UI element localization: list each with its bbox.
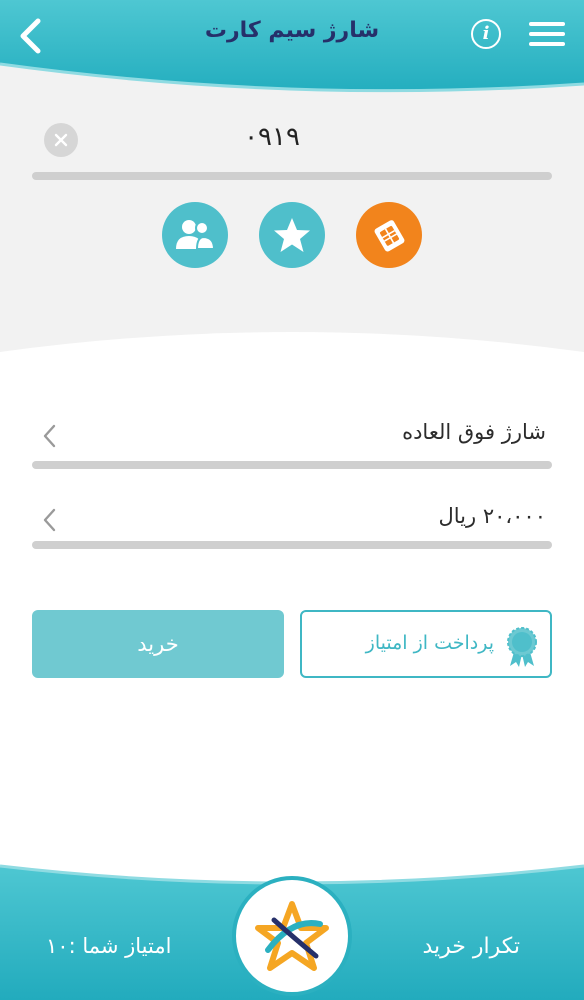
app-logo-icon [255,901,329,971]
phone-number-field[interactable]: ۰۹۱۹ [32,118,552,162]
user-score: امتیاز شما :۱۰ [46,934,172,958]
charge-type-value: شارژ فوق العاده [402,420,546,444]
pay-with-points-label: پرداخت از امتیاز [365,632,494,654]
amount-select[interactable]: ۲۰،۰۰۰ ریال [32,498,552,542]
header-background [0,0,584,93]
info-icon[interactable]: i [471,19,501,49]
phone-underline [32,172,552,180]
favorites-button[interactable] [259,202,325,268]
app-header: شارژ سیم کارت i [0,0,584,100]
sim-card-button[interactable] [356,202,422,268]
chevron-left-icon [43,424,56,448]
chevron-left-icon [43,508,56,532]
phone-number-value: ۰۹۱۹ [244,122,300,152]
charge-type-select[interactable]: شارژ فوق العاده [32,414,552,458]
sim-card-icon [374,220,405,252]
award-badge-icon [507,627,537,667]
buy-button[interactable]: خرید [32,610,284,678]
pay-with-points-button[interactable]: پرداخت از امتیاز [300,610,552,678]
charge-type-underline [32,461,552,469]
amount-value: ۲۰،۰۰۰ ریال [438,504,546,528]
contacts-button[interactable] [162,202,228,268]
contacts-icon [176,220,215,250]
menu-icon[interactable] [529,22,565,50]
bottom-bar: امتیاز شما :۱۰ تکرار خرید [0,860,584,1000]
home-logo-button[interactable] [232,876,352,996]
amount-underline [32,541,552,549]
star-icon [274,218,310,252]
repeat-purchase-button[interactable]: تکرار خرید [422,934,520,959]
